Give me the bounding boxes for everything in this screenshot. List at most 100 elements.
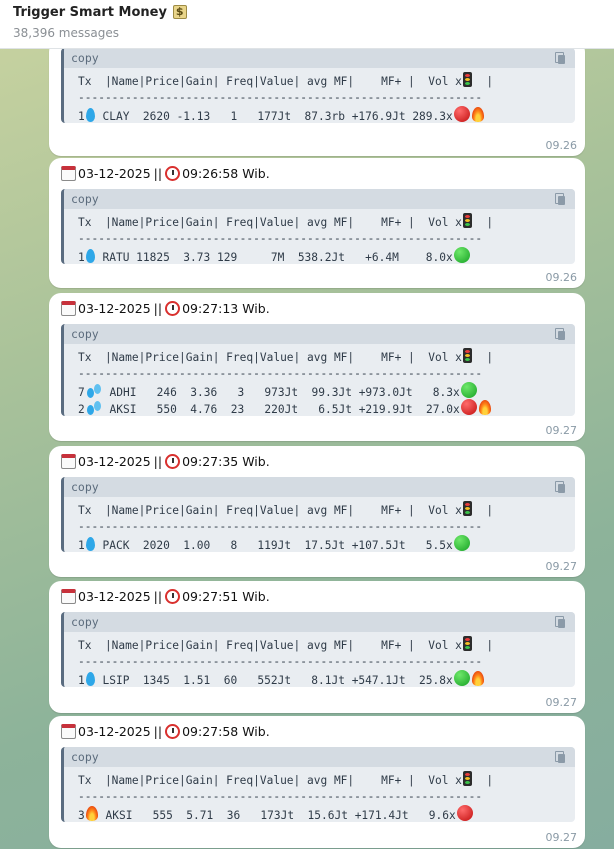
table-header-tail: | (472, 774, 494, 787)
message-date: 03-12-2025 (78, 589, 151, 604)
traffic-light-icon (462, 72, 472, 87)
message-clock-time: 09:27:51 Wib. (182, 589, 270, 604)
fire-icon (471, 107, 484, 122)
message-date: 03-12-2025 (78, 166, 151, 181)
fire-icon (471, 671, 484, 686)
code-language-label: copy (71, 480, 99, 494)
row-tx: 1 (78, 674, 85, 687)
chat-title: Trigger Smart Money (13, 5, 167, 20)
code-block[interactable]: copy Tx |Name|Price|Gain| Freq|Value| avg… (61, 324, 575, 416)
message-clock-time: 09:27:58 Wib. (182, 724, 270, 739)
table-header-text: Tx |Name|Price|Gain| Freq|Value| avg MF|… (78, 216, 462, 229)
message-clock-time: 09:27:35 Wib. (182, 454, 270, 469)
chat-header[interactable]: Trigger Smart Money $ 38,396 messages (0, 0, 614, 49)
row-tx: 1 (78, 251, 85, 264)
alarm-clock-icon (165, 166, 181, 181)
row-tx: 2 (78, 403, 85, 416)
message-header: 03-12-2025 || 09:27:13 Wib. (61, 301, 270, 316)
table-header-text: Tx |Name|Price|Gain| Freq|Value| avg MF|… (78, 504, 462, 517)
money-icon: $ (172, 5, 187, 19)
row-tx: 1 (78, 539, 85, 552)
message-clock-time: 09:27:13 Wib. (182, 301, 270, 316)
copy-icon[interactable] (555, 328, 567, 341)
calendar-icon (61, 454, 76, 469)
row-tx: 1 (78, 110, 85, 123)
code-block-bar: copy (64, 324, 575, 344)
code-block[interactable]: copy Tx |Name|Price|Gain| Freq|Value| avg… (61, 189, 575, 264)
row-text: PACK 2020 1.00 8 119Jt 17.5Jt +107.5Jt 5… (95, 539, 453, 552)
table-header-tail: | (472, 639, 494, 652)
separator: || (153, 301, 163, 316)
table-divider: ----------------------------------------… (78, 790, 483, 803)
droplet-icon (85, 108, 95, 122)
chat-title-row: Trigger Smart Money $ (13, 5, 187, 20)
message-date: 03-12-2025 (78, 454, 151, 469)
code-block[interactable]: copy Tx |Name|Price|Gain| Freq|Value| avg… (61, 48, 575, 123)
row-tx: 7 (78, 386, 85, 399)
table-header-line: Tx |Name|Price|Gain| Freq|Value| avg MF|… (64, 771, 575, 788)
table-header-tail: | (472, 216, 494, 229)
table-header-line: Tx |Name|Price|Gain| Freq|Value| avg MF|… (64, 348, 575, 365)
table-header-text: Tx |Name|Price|Gain| Freq|Value| avg MF|… (78, 351, 462, 364)
droplet-icon (85, 249, 95, 263)
traffic-light-icon (462, 636, 472, 651)
traffic-light-icon (462, 771, 472, 786)
code-language-label: copy (71, 327, 99, 341)
message-time: 09.26 (545, 139, 578, 152)
message-time: 09.27 (545, 696, 578, 709)
copy-icon[interactable] (555, 52, 567, 65)
table-row: 3 AKSI 555 5.71 36 173Jt 15.6Jt +171.4Jt… (64, 805, 575, 822)
separator: || (153, 724, 163, 739)
message-time: 09.27 (545, 560, 578, 573)
code-language-label: copy (71, 750, 99, 764)
code-block-bar: copy (64, 48, 575, 68)
traffic-light-icon (462, 213, 472, 228)
copy-icon[interactable] (555, 193, 567, 206)
row-text: LSIP 1345 1.51 60 552Jt 8.1Jt +547.1Jt 2… (95, 674, 453, 687)
message-bubble[interactable]: 03-12-2025 || 09:27:51 Wib. copy Tx |Name|Pr… (49, 581, 585, 713)
droplet-icon (85, 537, 95, 551)
red-circle-icon (456, 805, 473, 821)
message-header: 03-12-2025 || 09:27:51 Wib. (61, 589, 270, 604)
calendar-icon (61, 724, 76, 739)
green-circle-icon (453, 670, 470, 686)
message-bubble[interactable]: copy Tx |Name|Price|Gain| Freq|Value| avg… (49, 48, 585, 156)
code-block-bar: copy (64, 612, 575, 632)
table-divider: ----------------------------------------… (78, 520, 483, 533)
code-block[interactable]: copy Tx |Name|Price|Gain| Freq|Value| avg… (61, 747, 575, 822)
fire-icon (85, 806, 98, 821)
message-time: 09.26 (545, 271, 578, 284)
copy-icon[interactable] (555, 751, 567, 764)
code-block[interactable]: copy Tx |Name|Price|Gain| Freq|Value| avg… (61, 612, 575, 687)
row-text: AKSI 550 4.76 23 220Jt 6.5Jt +219.9Jt 27… (102, 403, 460, 416)
code-block[interactable]: copy Tx |Name|Price|Gain| Freq|Value| avg… (61, 477, 575, 552)
code-block-bar: copy (64, 477, 575, 497)
table-header-tail: | (472, 504, 494, 517)
message-bubble[interactable]: 03-12-2025 || 09:27:58 Wib. copy Tx |Name|Pr… (49, 716, 585, 848)
green-circle-icon (460, 382, 477, 398)
message-time: 09.27 (545, 424, 578, 437)
message-feed[interactable]: copy Tx |Name|Price|Gain| Freq|Value| avg… (0, 48, 614, 849)
code-language-label: copy (71, 51, 99, 65)
message-bubble[interactable]: 03-12-2025 || 09:26:58 Wib. copy Tx |Name|Pr… (49, 158, 585, 288)
table-divider: ----------------------------------------… (78, 91, 483, 104)
table-row: 1 CLAY 2620 -1.13 1 177Jt 87.3rb +176.9J… (64, 106, 575, 123)
traffic-light-icon (462, 348, 472, 363)
table-header-line: Tx |Name|Price|Gain| Freq|Value| avg MF|… (64, 636, 575, 653)
message-header: 03-12-2025 || 09:27:35 Wib. (61, 454, 270, 469)
copy-icon[interactable] (555, 616, 567, 629)
droplet-icon (85, 672, 95, 686)
message-bubble[interactable]: 03-12-2025 || 09:27:13 Wib. copy Tx |Name|Pr… (49, 293, 585, 441)
fire-icon (478, 400, 491, 415)
table-divider: ----------------------------------------… (78, 367, 483, 380)
separator: || (153, 589, 163, 604)
table-row: 1 LSIP 1345 1.51 60 552Jt 8.1Jt +547.1Jt… (64, 670, 575, 687)
message-header: 03-12-2025 || 09:27:58 Wib. (61, 724, 270, 739)
green-circle-icon (453, 247, 470, 263)
alarm-clock-icon (165, 454, 181, 469)
red-circle-icon (453, 106, 470, 122)
message-count: 38,396 messages (13, 26, 119, 40)
message-bubble[interactable]: 03-12-2025 || 09:27:35 Wib. copy Tx |Name|Pr… (49, 446, 585, 577)
sweat-droplets-icon (86, 401, 102, 415)
copy-icon[interactable] (555, 481, 567, 494)
